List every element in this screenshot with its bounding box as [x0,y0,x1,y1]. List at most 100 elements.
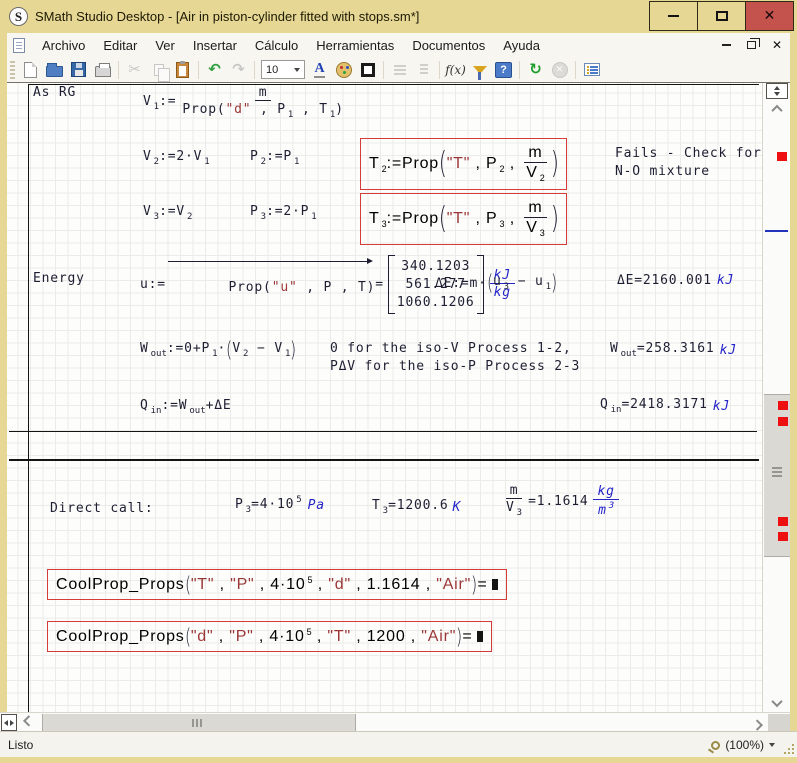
math-region-p3-result[interactable]: P3=4·105 Pa [235,495,325,515]
resize-grip[interactable] [782,742,794,754]
menu-editar[interactable]: Editar [94,35,146,56]
mdi-restore-icon[interactable] [747,41,756,49]
open-button[interactable] [43,59,66,81]
stop-button[interactable]: ✕ [548,59,571,81]
copy-icon [154,64,164,76]
scroll-down-button[interactable] [764,694,790,711]
sub: 3 [540,228,545,238]
split-view-handle[interactable] [766,83,788,99]
error-marker[interactable] [778,517,788,526]
text-region-fails[interactable]: Fails - Check for N-O mixture [615,145,762,181]
print-button[interactable] [91,59,114,81]
toolbar-grip[interactable] [10,61,15,79]
menu-calculo[interactable]: Cálculo [246,35,307,56]
close-button[interactable]: ✕ [745,1,794,31]
error-region-coolprop-2[interactable]: CoolProp_Props ( "d" , "P" , 4·105 , "T"… [47,621,492,652]
label: 0 for the iso-V Process 1-2, [330,340,572,358]
math-region-p2[interactable]: P2:=P1 [250,149,299,167]
scroll-right-button[interactable] [748,714,768,731]
save-button[interactable] [67,59,90,81]
undo-button[interactable]: ↶ [203,59,226,81]
math-region-wout-result[interactable]: Wout=258.3161 kJ [610,341,737,359]
error-region-t3[interactable]: T3:=Prop ( "T" , P3 , m V3 ) [360,193,567,245]
filter-button[interactable] [468,59,491,81]
border-button[interactable] [356,59,379,81]
cut-button[interactable]: ✂ [123,59,146,81]
menu-ayuda[interactable]: Ayuda [494,35,549,56]
op: := [149,277,166,292]
var: ΔE [617,273,634,288]
redo-button[interactable]: ↷ [227,59,250,81]
math-region-p3[interactable]: P3:=2·P1 [250,204,317,222]
menu-herramientas[interactable]: Herramientas [307,35,403,56]
options-button[interactable] [580,59,603,81]
separator-line[interactable] [9,459,759,461]
op: = [251,497,260,512]
recalculate-button[interactable]: ↻ [524,59,547,81]
math-region-qin-result[interactable]: Qin=2418.3171 kJ [600,397,730,415]
math-region-t3-result[interactable]: T3=1200.6 K [372,498,461,516]
align-vertical-button[interactable] [412,59,435,81]
horizontal-scroll-thumb[interactable] [42,714,356,731]
mdi-close-icon[interactable]: ✕ [772,38,782,52]
math-region-v1[interactable]: V1:= m Prop("d" , P1 , T1) [143,85,350,121]
error-region-t2[interactable]: T2:=Prop ( "T" , P2 , m V2 ) [360,138,567,190]
num: 1.1614 [537,494,589,509]
chevron-left-icon [23,715,34,726]
var: u [140,277,149,292]
menu-insertar[interactable]: Insertar [184,35,246,56]
status-message: Listo [8,738,33,752]
text-region-energy[interactable]: Energy [33,271,85,286]
text-region-note[interactable]: 0 for the iso-V Process 1-2, PΔV for the… [330,340,580,376]
redo-icon: ↷ [232,62,245,77]
string-literal: "P" [229,628,253,645]
math-region-density-result[interactable]: m V3 =1.1614 kg m3 [500,483,621,519]
error-region-coolprop-1[interactable]: CoolProp_Props ( "T" , "P" , 4·105 , "d"… [47,569,507,600]
error-marker[interactable] [778,401,788,410]
copy-button[interactable] [147,59,170,81]
math-region-qin-def[interactable]: Qin:=Wout+ΔE [140,398,232,416]
new-button[interactable] [19,59,42,81]
math-region-v3[interactable]: V3:=V2 [143,204,192,222]
var: V [143,204,152,219]
var: m [528,144,542,161]
title-bar: S SMath Studio Desktop - [Air in piston-… [0,0,797,33]
error-marker[interactable] [778,532,788,541]
maximize-button[interactable] [697,1,746,31]
math-region-de-def[interactable]: ΔE:=m· ( u3 − u1 ) [435,274,557,292]
function-button[interactable]: f(x) [444,59,467,81]
background-color-button[interactable] [332,59,355,81]
align-vertical-icon [420,64,428,76]
mdi-minimize-icon[interactable] [722,44,731,46]
math-region-de-result[interactable]: ΔE=2160.001 kJ [617,273,734,288]
zoom-control[interactable]: (100%) [711,732,775,758]
math-region-wout-def[interactable]: Wout:=0+P1· ( V2 − V1 ) [140,341,297,359]
paste-button[interactable] [171,59,194,81]
result-placeholder [492,579,498,590]
align-horizontal-button[interactable] [388,59,411,81]
scroll-left-button[interactable] [18,714,38,731]
math-region-v2[interactable]: V2:=2·V1 [143,149,210,167]
minimize-button[interactable] [649,1,698,31]
text-region-direct-call[interactable]: Direct call: [50,501,154,516]
horizontal-scrollbar[interactable] [0,712,790,731]
font-size-combobox[interactable]: 10 [261,60,305,79]
menu-documentos[interactable]: Documentos [403,35,494,56]
separator-line[interactable] [9,431,757,432]
worksheet-canvas[interactable]: As RG V1:= m Prop("d" , P1 , T1) V2:=2·V… [7,83,762,712]
op: , [351,628,367,645]
result-placeholder [477,631,483,642]
scroll-up-button[interactable] [764,100,790,117]
error-marker[interactable] [777,152,787,161]
menu-archivo[interactable]: Archivo [33,35,94,56]
unit: kJ [713,399,730,414]
font-color-button[interactable]: A [308,59,331,81]
vertical-scrollbar[interactable] [762,83,790,712]
vertical-scroll-thumb[interactable] [764,394,790,557]
app-window: S SMath Studio Desktop - [Air in piston-… [0,0,797,763]
split-view-handle[interactable] [1,714,17,731]
text-region-as-rg[interactable]: As RG [33,85,76,100]
help-panel-button[interactable]: ? [492,59,515,81]
menu-ver[interactable]: Ver [146,35,184,56]
error-marker[interactable] [778,417,788,426]
